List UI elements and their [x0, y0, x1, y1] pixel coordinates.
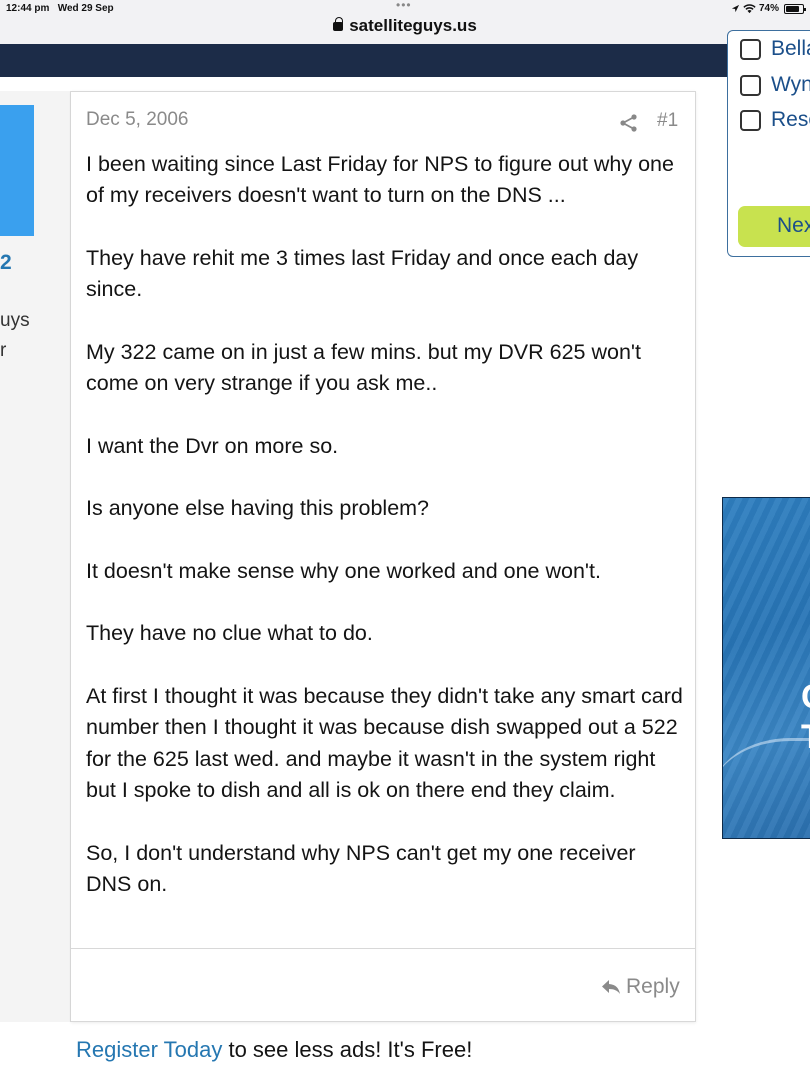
post-paragraph: Is anyone else having this problem? — [86, 496, 430, 521]
post-paragraph: I been waiting since Last Friday for NPS… — [86, 152, 674, 208]
multitask-dots-icon[interactable]: ••• — [396, 0, 412, 12]
post-footer-divider — [71, 948, 695, 949]
sidebar-ad-banner[interactable]: C T — [722, 497, 810, 839]
ad-text-fragment: C — [801, 678, 810, 717]
battery-percent: 74% — [758, 3, 779, 14]
user-subtitle-fragment: r — [0, 340, 7, 361]
url-text: satelliteguys.us — [349, 16, 477, 35]
reply-label: Reply — [626, 975, 680, 998]
browser-status-bar: 12:44 pm Wed 29 Sep ••• satelliteguys.us… — [0, 0, 810, 44]
post-paragraph: So, I don't understand why NPS can't get… — [86, 840, 636, 896]
site-nav-bar — [0, 44, 810, 77]
poll-next-button[interactable]: Nex — [738, 206, 810, 247]
register-today-link[interactable]: Register Today — [76, 1037, 222, 1062]
post-paragraph: At first I thought it was because they d… — [86, 684, 683, 802]
register-prompt: Register Today to see less ads! It's Fre… — [76, 1037, 472, 1063]
address-bar[interactable]: satelliteguys.us — [0, 16, 810, 36]
location-icon — [731, 4, 740, 13]
post-date[interactable]: Dec 5, 2006 — [86, 109, 188, 131]
reply-button[interactable]: Reply — [601, 975, 680, 999]
post-paragraph: My 322 came on in just a few mins. but m… — [86, 339, 641, 396]
message-post: Dec 5, 2006 #1 I been waiting since Last… — [71, 91, 696, 1022]
poll-widget: Bella Wyn Resc Nex — [727, 30, 810, 257]
post-number[interactable]: #1 — [657, 110, 678, 132]
status-time: 12:44 pm Wed 29 Sep — [6, 3, 114, 14]
wifi-icon — [743, 3, 756, 13]
checkbox[interactable] — [740, 38, 761, 60]
post-paragraph: They have no clue what to do. — [86, 621, 373, 646]
poll-option-label: Resc — [771, 108, 810, 131]
checkbox[interactable] — [740, 74, 761, 96]
lock-icon — [333, 17, 344, 31]
user-stat-fragment[interactable]: 2 — [0, 251, 12, 275]
post-body: I been waiting since Last Friday for NPS… — [86, 149, 686, 931]
poll-option-label: Bella — [771, 37, 810, 60]
poll-option[interactable]: Resc — [740, 108, 810, 132]
register-text: to see less ads! It's Free! — [222, 1037, 473, 1062]
share-icon[interactable] — [619, 113, 639, 133]
post-paragraph: They have rehit me 3 times last Friday a… — [86, 245, 639, 302]
user-title-fragment: uys — [0, 310, 30, 331]
ad-text-fragment: T — [801, 718, 810, 757]
checkbox[interactable] — [740, 109, 761, 131]
avatar[interactable] — [0, 105, 34, 236]
poll-option[interactable]: Wyn — [740, 73, 810, 97]
status-indicators: 74% — [731, 3, 806, 14]
reply-arrow-icon — [602, 980, 620, 994]
post-paragraph: I want the Dvr on more so. — [86, 433, 339, 458]
battery-icon — [784, 3, 806, 14]
poll-option[interactable]: Bella — [740, 37, 810, 61]
post-paragraph: It doesn't make sense why one worked and… — [86, 558, 601, 583]
poll-option-label: Wyn — [771, 73, 810, 96]
